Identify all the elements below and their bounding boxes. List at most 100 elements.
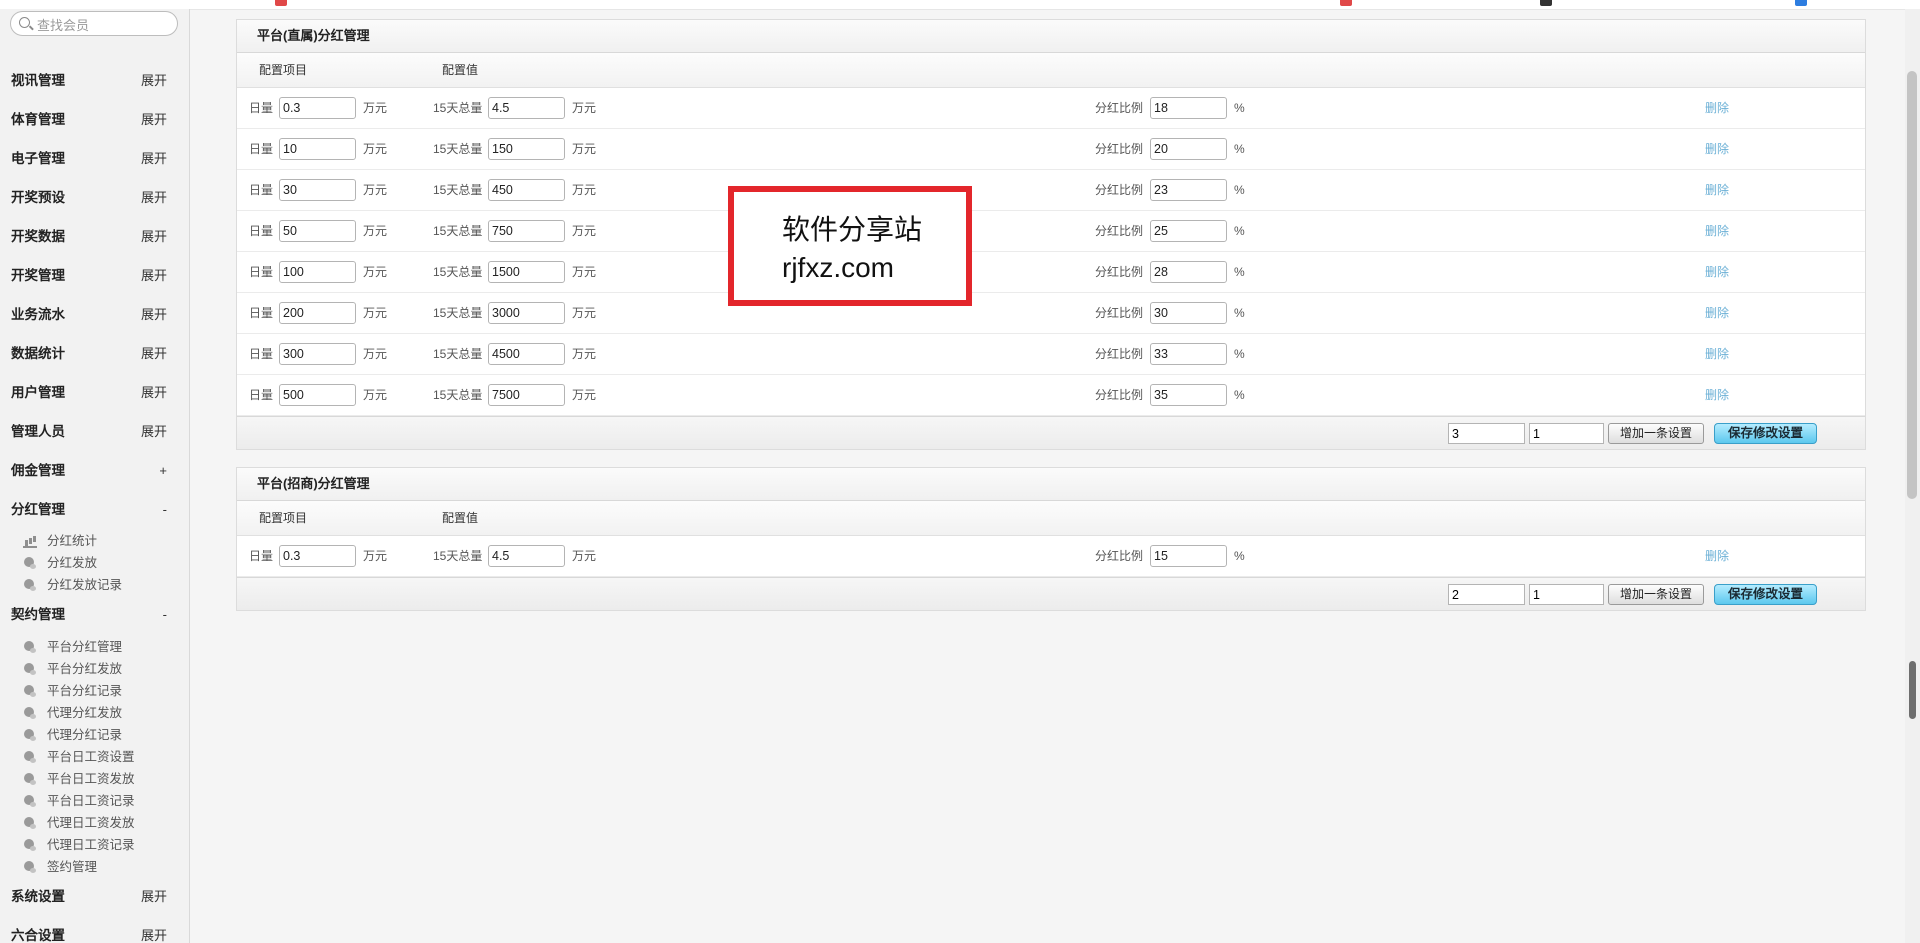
expand-toggle[interactable]: 展开: [141, 882, 167, 912]
expand-toggle[interactable]: 展开: [141, 105, 167, 135]
dividend-ratio-input[interactable]: [1150, 261, 1227, 283]
expand-toggle[interactable]: 展开: [141, 261, 167, 291]
sidebar-item-contract-signing[interactable]: 签约管理: [0, 856, 189, 878]
collapse-toggle[interactable]: -: [163, 495, 167, 525]
delete-link[interactable]: 删除: [1705, 536, 1729, 576]
sidebar-item-platform-daily-wage-records[interactable]: 平台日工资记录: [0, 790, 189, 812]
sidebar-group-draw-manage[interactable]: 开奖管理 展开: [0, 261, 189, 291]
sidebar-item-platform-daily-wage-settings[interactable]: 平台日工资设置: [0, 746, 189, 768]
total-15day-input[interactable]: [488, 220, 565, 242]
sidebar-item-agent-daily-wage-payout[interactable]: 代理日工资发放: [0, 812, 189, 834]
sidebar-item-dividend-payout[interactable]: 分红发放: [0, 552, 189, 574]
add-setting-button[interactable]: 增加一条设置: [1608, 584, 1704, 605]
sidebar-group-sports[interactable]: 体育管理 展开: [0, 105, 189, 135]
sidebar-group-admins[interactable]: 管理人员 展开: [0, 417, 189, 447]
sidebar-group-commission[interactable]: 佣金管理 +: [0, 456, 189, 486]
expand-toggle[interactable]: 展开: [141, 66, 167, 96]
sidebar-item-agent-dividend-payout[interactable]: 代理分红发放: [0, 702, 189, 724]
sidebar-item-platform-dividend-payout[interactable]: 平台分红发放: [0, 658, 189, 680]
delete-link[interactable]: 删除: [1705, 88, 1729, 128]
dividend-ratio-input[interactable]: [1150, 302, 1227, 324]
add-count-field[interactable]: [1448, 423, 1525, 444]
total-15day-input[interactable]: [488, 97, 565, 119]
delete-link[interactable]: 删除: [1705, 252, 1729, 292]
delete-link[interactable]: 删除: [1705, 375, 1729, 415]
expand-toggle[interactable]: +: [159, 456, 167, 486]
total-15day-input[interactable]: [488, 261, 565, 283]
bookmark-icon[interactable]: [1795, 0, 1807, 6]
dividend-ratio-input[interactable]: [1150, 545, 1227, 567]
total-15day-input[interactable]: [488, 179, 565, 201]
sidebar-item-label: 分红统计: [47, 534, 98, 548]
expand-toggle[interactable]: 展开: [141, 378, 167, 408]
dividend-ratio-input[interactable]: [1150, 384, 1227, 406]
expand-toggle[interactable]: 展开: [141, 144, 167, 174]
bookmark-icon[interactable]: [275, 0, 287, 6]
dividend-ratio-input[interactable]: [1150, 97, 1227, 119]
daily-amount-input[interactable]: [279, 138, 356, 160]
daily-amount-input[interactable]: [279, 97, 356, 119]
add-count-field[interactable]: [1448, 584, 1525, 605]
sidebar-group-contract[interactable]: 契约管理 -: [0, 600, 189, 630]
daily-amount-input[interactable]: [279, 384, 356, 406]
sidebar-group-draw-data[interactable]: 开奖数据 展开: [0, 222, 189, 252]
scrollbar[interactable]: [1905, 9, 1920, 943]
add-setting-button[interactable]: 增加一条设置: [1608, 423, 1704, 444]
add-step-field[interactable]: [1529, 423, 1604, 444]
sidebar-item-dividend-stats[interactable]: 分红统计: [0, 530, 189, 552]
sidebar-item-platform-dividend-manage[interactable]: 平台分红管理: [0, 636, 189, 658]
add-step-field[interactable]: [1529, 584, 1604, 605]
scrollbar-thumb-secondary[interactable]: [1909, 661, 1916, 719]
expand-toggle[interactable]: 展开: [141, 921, 167, 943]
sidebar-group-statistics[interactable]: 数据统计 展开: [0, 339, 189, 369]
total-15day-input[interactable]: [488, 384, 565, 406]
delete-link[interactable]: 删除: [1705, 334, 1729, 374]
sidebar-group-video[interactable]: 视讯管理 展开: [0, 66, 189, 96]
sidebar-group-users[interactable]: 用户管理 展开: [0, 378, 189, 408]
daily-amount-input[interactable]: [279, 545, 356, 567]
sidebar-group-draw-preset[interactable]: 开奖预设 展开: [0, 183, 189, 213]
bookmark-icon[interactable]: [1340, 0, 1352, 6]
daily-amount-input[interactable]: [279, 343, 356, 365]
total-15day-input[interactable]: [488, 138, 565, 160]
expand-toggle[interactable]: 展开: [141, 339, 167, 369]
delete-link[interactable]: 删除: [1705, 129, 1729, 169]
total-15day-input[interactable]: [488, 343, 565, 365]
sidebar-group-lottery-settings[interactable]: 六合设置 展开: [0, 921, 189, 943]
sidebar-item-dividend-payout-records[interactable]: 分红发放记录: [0, 574, 189, 596]
sidebar-item-platform-dividend-records[interactable]: 平台分红记录: [0, 680, 189, 702]
expand-toggle[interactable]: 展开: [141, 300, 167, 330]
dividend-ratio-input[interactable]: [1150, 343, 1227, 365]
sidebar-item-agent-daily-wage-records[interactable]: 代理日工资记录: [0, 834, 189, 856]
daily-amount-input[interactable]: [279, 302, 356, 324]
save-settings-button[interactable]: 保存修改设置: [1714, 423, 1817, 444]
scrollbar-thumb[interactable]: [1907, 71, 1917, 499]
daily-amount-input[interactable]: [279, 261, 356, 283]
total-15day-input[interactable]: [488, 302, 565, 324]
sidebar-group-electronic[interactable]: 电子管理 展开: [0, 144, 189, 174]
member-search[interactable]: [10, 11, 178, 36]
sidebar-group-business-flow[interactable]: 业务流水 展开: [0, 300, 189, 330]
delete-link[interactable]: 删除: [1705, 293, 1729, 333]
daily-amount-input[interactable]: [279, 220, 356, 242]
column-header-value: 配置值: [442, 511, 479, 525]
expand-toggle[interactable]: 展开: [141, 183, 167, 213]
member-search-input[interactable]: [35, 15, 175, 35]
delete-link[interactable]: 删除: [1705, 211, 1729, 251]
collapse-toggle[interactable]: -: [163, 600, 167, 630]
delete-link[interactable]: 删除: [1705, 170, 1729, 210]
direct-dividend-panel: 平台(直属)分红管理 配置项目 配置值 日量万元15天总量万元分红比例%删除日量…: [236, 19, 1866, 450]
total-15day-input[interactable]: [488, 545, 565, 567]
sidebar-group-system-settings[interactable]: 系统设置 展开: [0, 882, 189, 912]
dividend-ratio-input[interactable]: [1150, 220, 1227, 242]
dividend-ratio-input[interactable]: [1150, 179, 1227, 201]
daily-amount-input[interactable]: [279, 179, 356, 201]
dividend-ratio-input[interactable]: [1150, 138, 1227, 160]
sidebar-item-platform-daily-wage-payout[interactable]: 平台日工资发放: [0, 768, 189, 790]
bookmark-icon[interactable]: [1540, 0, 1552, 6]
save-settings-button[interactable]: 保存修改设置: [1714, 584, 1817, 605]
expand-toggle[interactable]: 展开: [141, 417, 167, 447]
expand-toggle[interactable]: 展开: [141, 222, 167, 252]
sidebar-item-agent-dividend-records[interactable]: 代理分红记录: [0, 724, 189, 746]
sidebar-group-dividend[interactable]: 分红管理 -: [0, 495, 189, 525]
